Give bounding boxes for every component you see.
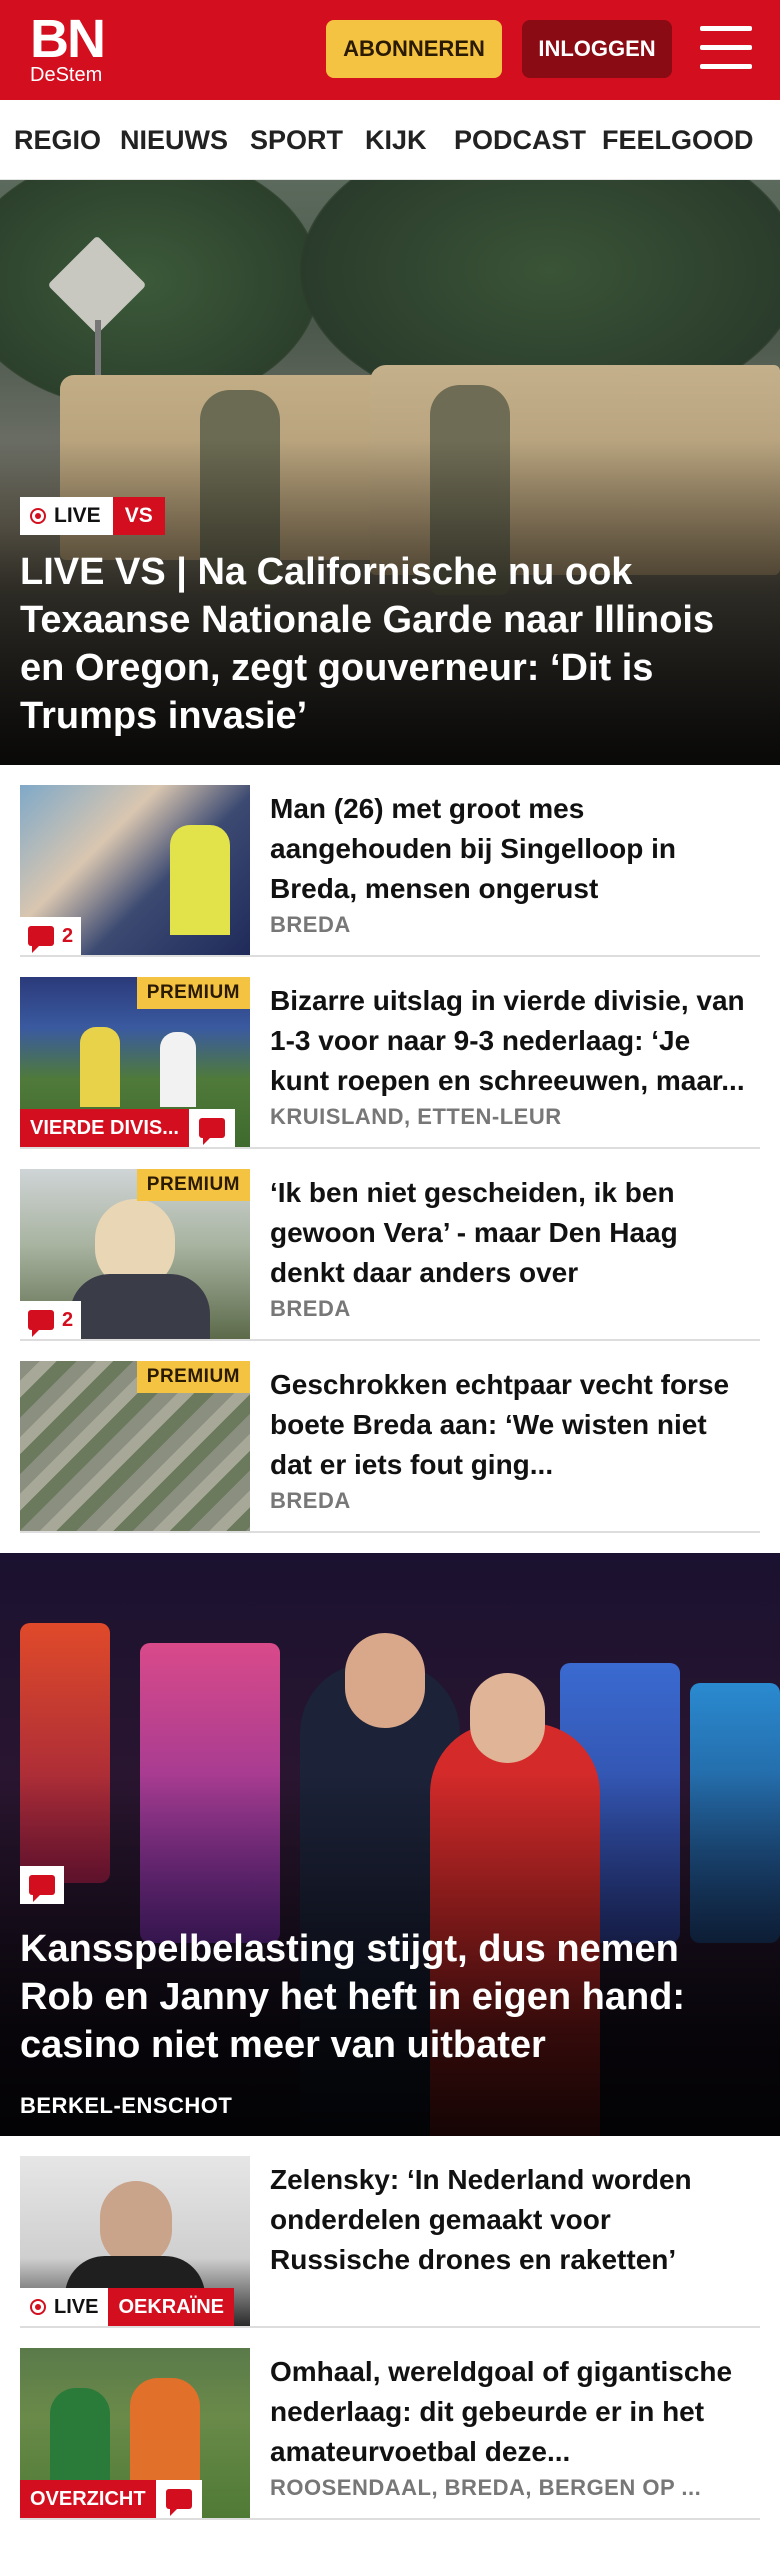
feature-location: BERKEL-ENSCHOT <box>20 2093 233 2118</box>
hero-title[interactable]: LIVE VS | Na Californische nu ook Texaan… <box>20 548 760 740</box>
article-thumbnail: PREMIUM VIERDE DIVIS... <box>20 977 250 1147</box>
hamburger-menu-icon[interactable] <box>700 26 752 70</box>
article-card[interactable]: PREMIUM 2 ‘Ik ben niet gescheiden, ik be… <box>20 1149 760 1341</box>
article-location: BREDA <box>270 1296 351 1321</box>
nav-item-sport[interactable]: SPORT <box>250 100 343 179</box>
premium-badge: PREMIUM <box>136 1169 250 1201</box>
live-dot-icon <box>30 2299 46 2315</box>
article-thumbnail: PREMIUM <box>20 1361 250 1531</box>
logo-sub: DeStem <box>30 64 103 86</box>
hero-article[interactable]: LIVE VS LIVE VS | Na Californische nu oo… <box>0 180 780 765</box>
nav-item-regio[interactable]: REGIO <box>14 100 101 179</box>
category-tag: OEKRAÏNE <box>108 2288 235 2326</box>
article-card[interactable]: 2 Man (26) met groot mes aangehouden bij… <box>20 765 760 957</box>
article-title[interactable]: Man (26) met groot mes aangehouden bij S… <box>270 789 750 909</box>
live-dot-icon <box>30 508 46 524</box>
nav-item-podcast[interactable]: PODCAST <box>454 100 586 179</box>
section-nav: REGIO NIEUWS SPORT KIJK PODCAST FEELGOOD <box>0 100 780 180</box>
article-card[interactable]: LIVE OEKRAÏNE Zelensky: ‘In Nederland wo… <box>20 2136 760 2328</box>
article-card[interactable]: OVERZICHT Omhaal, wereldgoal of giganti­… <box>20 2328 760 2520</box>
comment-icon <box>28 926 54 953</box>
tag-row: VIERDE DIVIS... <box>20 1109 235 1147</box>
comment-badge: 2 <box>20 1301 82 1339</box>
top-header: BN DeStem ABONNEREN INLOGGEN <box>0 0 780 100</box>
article-location: ROOSENDAAL, BREDA, BERGEN OP ... <box>270 2475 702 2500</box>
article-thumbnail: PREMIUM 2 <box>20 1169 250 1339</box>
site-logo[interactable]: BN DeStem <box>30 9 110 88</box>
feature-article[interactable]: Kansspelbelasting stijgt, dus nemen Rob … <box>0 1553 780 2136</box>
nav-item-kijk[interactable]: KIJK <box>365 100 427 179</box>
comment-icon <box>28 1310 54 1337</box>
feature-title[interactable]: Kansspelbelasting stijgt, dus nemen Rob … <box>20 1925 760 2069</box>
article-thumbnail: LIVE OEKRAÏNE <box>20 2156 250 2326</box>
comment-badge <box>155 2480 202 2518</box>
nav-item-nieuws[interactable]: NIEUWS <box>120 100 228 179</box>
article-title[interactable]: Omhaal, wereldgoal of giganti­sche neder… <box>270 2352 750 2472</box>
article-location: KRUISLAND, ETTEN-LEUR <box>270 1104 562 1129</box>
article-title[interactable]: ‘Ik ben niet gescheiden, ik ben gewoon V… <box>270 1173 750 1293</box>
comment-badge: 2 <box>20 917 82 955</box>
premium-badge: PREMIUM <box>136 977 250 1009</box>
category-tag: VIERDE DIVIS... <box>20 1109 189 1147</box>
tag-row: LIVE OEKRAÏNE <box>20 2288 235 2326</box>
nav-item-feelgood[interactable]: FEELGOOD <box>602 100 754 179</box>
section-badge: VS <box>112 497 165 535</box>
article-title[interactable]: Geschrokken echtpaar vecht forse boete B… <box>270 1365 750 1485</box>
article-card[interactable]: PREMIUM Geschrokken echtpaar vecht forse… <box>20 1341 760 1533</box>
logo-main: BN <box>30 9 106 69</box>
comment-icon <box>198 1118 225 1145</box>
article-location: BREDA <box>270 1488 351 1513</box>
premium-badge: PREMIUM <box>136 1361 250 1393</box>
category-tag: OVERZICHT <box>20 2480 156 2518</box>
comment-icon <box>165 2489 192 2516</box>
article-thumbnail: OVERZICHT <box>20 2348 250 2518</box>
article-title[interactable]: Zelensky: ‘In Nederland worden onderdele… <box>270 2160 750 2280</box>
article-title[interactable]: Bizarre uitslag in vierde divisie, van 1… <box>270 981 750 1101</box>
login-button[interactable]: INLOGGEN <box>522 20 672 78</box>
comment-badge <box>188 1109 235 1147</box>
article-card[interactable]: PREMIUM VIERDE DIVIS... Bizarre uitslag … <box>20 957 760 1149</box>
live-badge: LIVE <box>20 2288 109 2326</box>
nav-scroll-fade <box>750 100 780 179</box>
article-location: BREDA <box>270 912 351 937</box>
hero-badges: LIVE VS <box>20 497 165 535</box>
subscribe-button[interactable]: ABONNEREN <box>326 20 502 78</box>
live-badge: LIVE <box>20 497 113 535</box>
comment-badge <box>20 1866 64 1904</box>
article-thumbnail: 2 <box>20 785 250 955</box>
tag-row: OVERZICHT <box>20 2480 202 2518</box>
comment-icon <box>29 1875 55 1902</box>
